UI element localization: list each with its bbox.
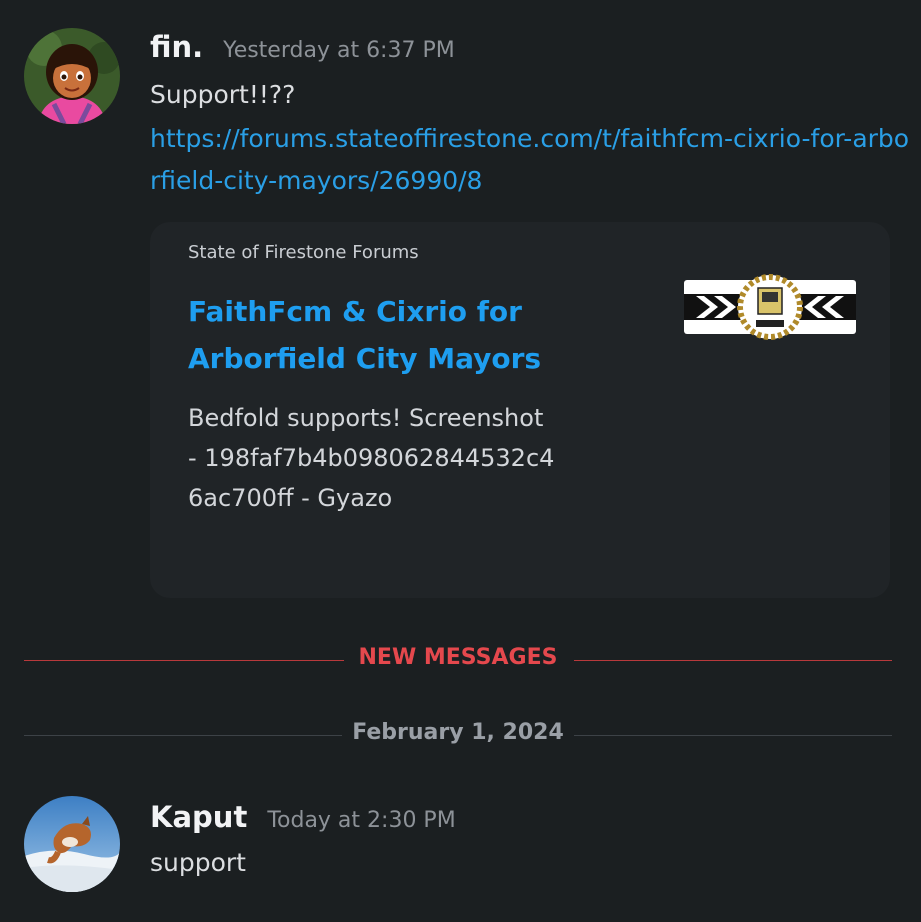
- message-header: fin. Yesterday at 6:37 PM: [150, 30, 455, 64]
- embed-thumbnail[interactable]: [684, 274, 856, 340]
- username[interactable]: fin.: [150, 30, 203, 64]
- date-label: February 1, 2024: [352, 720, 564, 745]
- timestamp: Yesterday at 6:37 PM: [223, 38, 455, 63]
- username[interactable]: Kaput: [150, 800, 247, 834]
- embed-description: Bedfold supports! Screenshot - 198faf7b4…: [188, 404, 555, 512]
- embed-provider: State of Firestone Forums: [188, 242, 419, 263]
- new-messages-divider: NEW MESSAGES: [24, 645, 892, 670]
- message-link[interactable]: https://forums.stateoffirestone.com/t/fa…: [150, 118, 910, 202]
- avatar-kaput[interactable]: [24, 796, 120, 892]
- timestamp: Today at 2:30 PM: [267, 808, 456, 833]
- message-text: Support!!??: [150, 80, 296, 109]
- avatar-fin[interactable]: [24, 28, 120, 124]
- date-divider: February 1, 2024: [24, 720, 892, 745]
- message-text: support: [150, 848, 246, 877]
- new-messages-label: NEW MESSAGES: [358, 645, 558, 670]
- chat-log: fin. Yesterday at 6:37 PM Support!!?? ht…: [0, 0, 921, 922]
- embed-title[interactable]: FaithFcm & Cixrio for Arborfield City Ma…: [188, 288, 608, 382]
- message-header: Kaput Today at 2:30 PM: [150, 800, 456, 834]
- link-embed: State of Firestone Forums FaithFcm & Cix…: [150, 222, 890, 598]
